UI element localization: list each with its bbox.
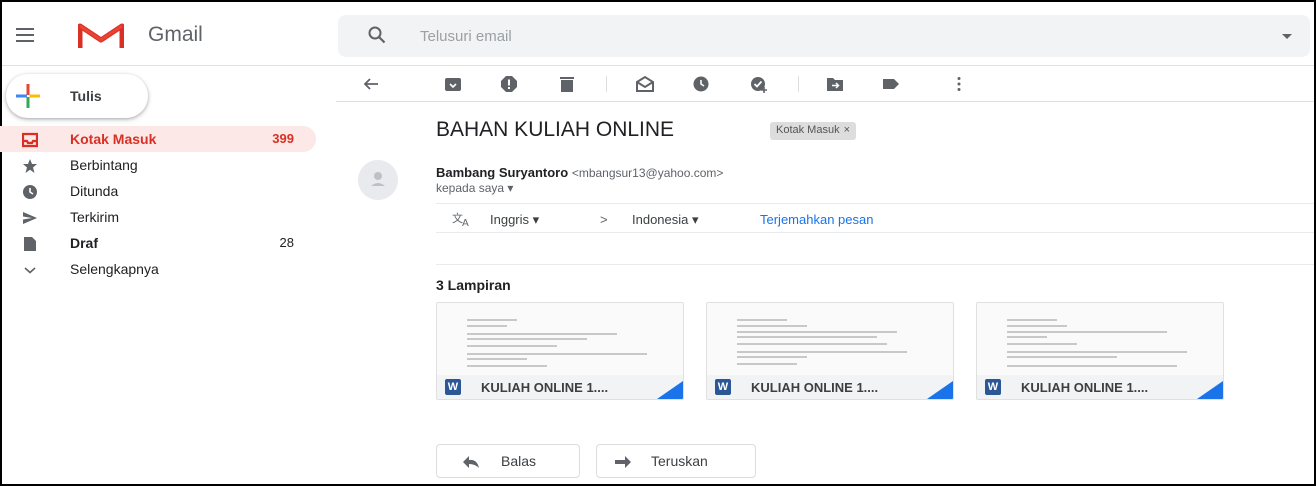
sidebar-item-label: Selengkapnya [70, 261, 159, 277]
compose-button[interactable]: Tulis [6, 74, 148, 118]
forward-label: Teruskan [651, 453, 708, 469]
clock-icon [23, 185, 37, 199]
reply-icon [463, 456, 479, 468]
label-chip-text: Kotak Masuk [776, 124, 840, 136]
chevron-down-icon: ▾ [532, 212, 540, 227]
page-fold-icon [1197, 381, 1223, 399]
translate-message-link[interactable]: Terjemahkan pesan [760, 212, 873, 227]
reply-label: Balas [501, 453, 537, 469]
app-brand[interactable]: Gmail [148, 23, 203, 47]
translate-bar: 文 A Inggris ▾ > Indonesia ▾ Terjemahkan … [436, 203, 1314, 233]
mark-unread-icon[interactable] [636, 75, 654, 93]
main-menu-icon[interactable] [16, 28, 34, 42]
label-chip[interactable]: Kotak Masuk × [770, 122, 857, 140]
draft-count: 28 [279, 235, 294, 250]
sidebar-item-snoozed[interactable]: Ditunda [0, 178, 316, 204]
attachment-name: KULIAH ONLINE 1.... [481, 380, 609, 395]
label-icon[interactable] [882, 75, 900, 93]
source-language-select[interactable]: Inggris ▾ [490, 212, 539, 228]
add-task-icon[interactable] [750, 75, 768, 93]
unread-count: 399 [272, 131, 294, 146]
attachment-preview [707, 303, 953, 375]
star-icon [23, 159, 37, 173]
sidebar-item-label: Kotak Masuk [70, 131, 157, 147]
snooze-icon[interactable] [692, 75, 710, 93]
forward-icon [615, 456, 631, 468]
divider [436, 264, 1314, 265]
sidebar-item-label: Terkirim [70, 209, 119, 225]
top-bar: Gmail [2, 2, 1314, 66]
toolbar-divider [798, 76, 799, 92]
sidebar-item-inbox[interactable]: Kotak Masuk 399 [0, 126, 316, 152]
attachment-card[interactable]: W KULIAH ONLINE 1.... [976, 302, 1224, 400]
back-arrow-icon[interactable] [362, 75, 380, 93]
word-doc-icon: W [445, 379, 461, 395]
attachment-name: KULIAH ONLINE 1.... [751, 380, 879, 395]
message-toolbar [336, 66, 1314, 102]
gmail-logo-icon[interactable] [78, 22, 124, 50]
delete-icon[interactable] [558, 75, 576, 93]
archive-icon[interactable] [444, 75, 462, 93]
sidebar-item-drafts[interactable]: Draf 28 [0, 230, 316, 256]
attachments-title: 3 Lampiran [436, 277, 511, 293]
sidebar-item-label: Ditunda [70, 183, 119, 199]
reply-button[interactable]: Balas [436, 444, 580, 478]
compose-label: Tulis [70, 88, 102, 104]
svg-text:A: A [462, 218, 469, 227]
sidebar-item-more[interactable]: Selengkapnya [0, 256, 316, 282]
move-to-icon[interactable] [826, 75, 844, 93]
attachment-card[interactable]: W KULIAH ONLINE 1.... [706, 302, 954, 400]
recipient-details[interactable]: kepada saya ▾ [436, 181, 513, 195]
search-icon[interactable] [368, 26, 386, 44]
chevron-down-icon: ▾ [692, 212, 699, 227]
search-input[interactable] [420, 24, 1220, 48]
message-subject: BAHAN KULIAH ONLINE [436, 118, 675, 141]
attachment-preview [977, 303, 1223, 375]
attachment-card[interactable]: W KULIAH ONLINE 1.... [436, 302, 684, 400]
plus-icon [16, 84, 40, 108]
translate-icon: 文 A [452, 211, 469, 227]
inbox-icon [22, 132, 38, 148]
search-bar[interactable] [338, 15, 1310, 57]
page-fold-icon [657, 381, 683, 399]
attachment-footer: W KULIAH ONLINE 1.... [437, 375, 683, 399]
attachment-name: KULIAH ONLINE 1.... [1021, 380, 1149, 395]
sender-email: <mbangsur13@yahoo.com> [571, 166, 724, 180]
chevron-down-icon[interactable]: ▾ [507, 181, 513, 195]
word-doc-icon: W [985, 379, 1001, 395]
chevron-down-icon [24, 267, 36, 274]
sidebar-item-label: Berbintang [70, 157, 138, 173]
sender-name[interactable]: Bambang Suryantoro [436, 165, 568, 180]
sidebar-item-sent[interactable]: Terkirim [0, 204, 316, 230]
more-icon[interactable] [950, 75, 968, 93]
source-language: Inggris [490, 212, 530, 227]
sidebar-nav: Kotak Masuk 399 Berbintang Ditunda Terki… [0, 126, 316, 282]
attachment-footer: W KULIAH ONLINE 1.... [707, 375, 953, 399]
attachment-footer: W KULIAH ONLINE 1.... [977, 375, 1223, 399]
word-doc-icon: W [715, 379, 731, 395]
report-spam-icon[interactable] [500, 75, 518, 93]
toolbar-divider [606, 76, 607, 92]
avatar[interactable] [358, 160, 398, 200]
draft-icon [24, 237, 36, 251]
recipient-label: kepada saya [436, 181, 505, 195]
sender-line: Bambang Suryantoro <mbangsur13@yahoo.com… [436, 165, 723, 180]
sidebar-item-starred[interactable]: Berbintang [0, 152, 316, 178]
translate-arrow: > [600, 212, 608, 227]
attachment-preview [437, 303, 683, 375]
target-language-select[interactable]: Indonesia ▾ [632, 212, 699, 228]
send-icon [23, 212, 37, 224]
forward-button[interactable]: Teruskan [596, 444, 756, 478]
page-fold-icon [927, 381, 953, 399]
close-icon[interactable]: × [844, 124, 850, 136]
sidebar-item-label: Draf [70, 235, 99, 251]
search-options-icon[interactable] [1282, 34, 1292, 39]
target-language: Indonesia [632, 212, 689, 227]
